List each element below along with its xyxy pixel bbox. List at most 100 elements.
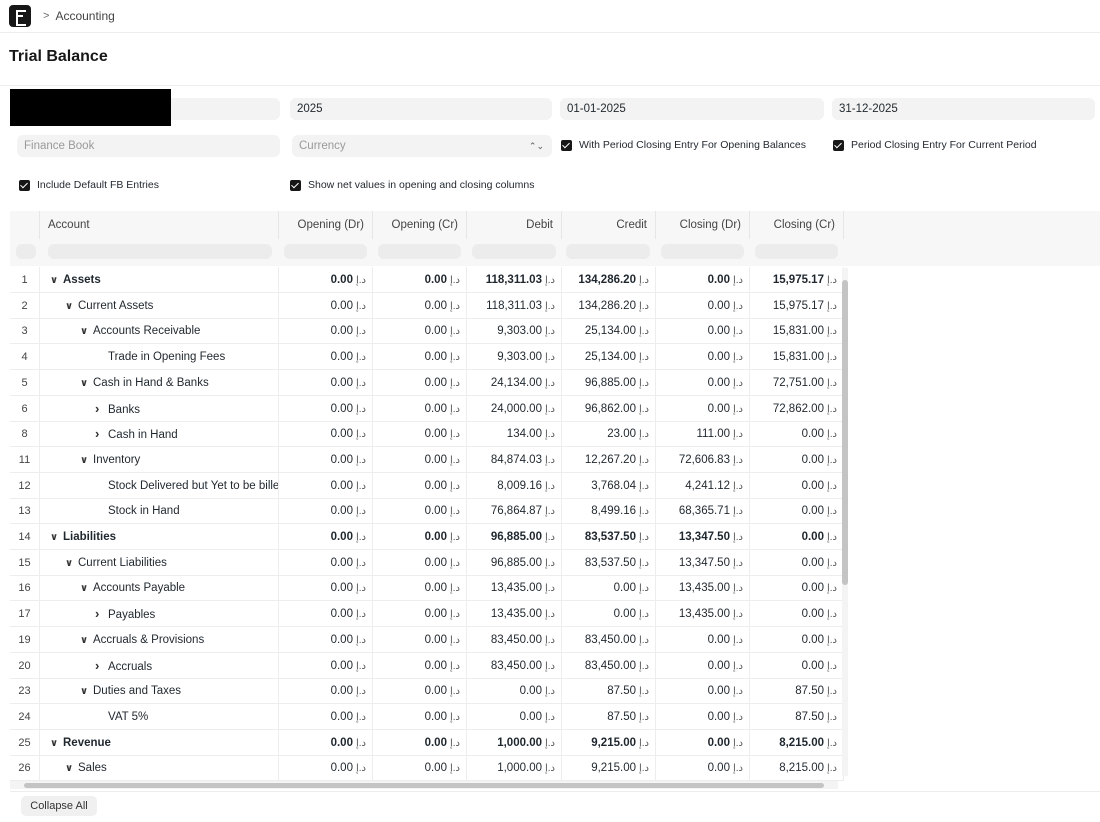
opening-dr-cell[interactable]: 0.00 د.إ <box>279 575 373 602</box>
credit-cell[interactable]: 12,267.20 د.إ <box>562 446 656 473</box>
closing-dr-cell[interactable]: 13,347.50 د.إ <box>656 524 750 550</box>
closing-dr-cell[interactable]: 0.00 د.إ <box>656 755 750 782</box>
account-cell[interactable]: ∨ Current Liabilities <box>40 549 279 576</box>
table-row[interactable]: 23 ∨ Duties and Taxes 0.00 د.إ 0.00 د.إ 0.00 د.إ… <box>10 678 844 705</box>
header-closing-dr[interactable]: Closing (Dr) <box>656 211 750 239</box>
credit-cell[interactable]: 87.50 د.إ <box>562 678 656 705</box>
table-row[interactable]: 2 ∨ Current Assets 0.00 د.إ 0.00 د.إ 118,311.03… <box>10 292 844 319</box>
header-debit[interactable]: Debit <box>467 211 562 239</box>
table-row[interactable]: 15 ∨ Current Liabilities 0.00 د.إ 0.00 د.إ 96,8… <box>10 549 844 576</box>
opening-cr-cell[interactable]: 0.00 د.إ <box>373 729 467 756</box>
opening-cr-cell[interactable]: 0.00 د.إ <box>373 524 467 550</box>
opening-cr-cell[interactable]: 0.00 د.إ <box>373 626 467 653</box>
closing-cr-cell[interactable]: 0.00 د.إ <box>750 626 844 653</box>
closing-cr-cell[interactable]: 15,975.17 د.إ <box>750 292 844 319</box>
closing-dr-cell[interactable]: 13,435.00 د.إ <box>656 575 750 602</box>
filter-opening-cr-input[interactable] <box>378 244 461 259</box>
credit-cell[interactable]: 25,134.00 د.إ <box>562 344 656 371</box>
header-account[interactable]: Account <box>40 211 279 239</box>
account-cell[interactable]: ∨ Inventory <box>40 446 279 473</box>
opening-cr-cell[interactable]: 0.00 د.إ <box>373 652 467 679</box>
debit-cell[interactable]: 76,864.87 د.إ <box>467 498 562 525</box>
vertical-scrollbar[interactable] <box>842 268 848 776</box>
finance-book-field[interactable]: Finance Book <box>17 135 280 157</box>
opening-cr-cell[interactable]: 0.00 د.إ <box>373 472 467 499</box>
table-row[interactable]: 12 Stock Delivered but Yet to be billed 0.… <box>10 472 844 499</box>
credit-cell[interactable]: 83,450.00 د.إ <box>562 626 656 653</box>
closing-dr-cell[interactable]: 0.00 د.إ <box>656 267 750 293</box>
opening-dr-cell[interactable]: 0.00 د.إ <box>279 703 373 730</box>
opening-dr-cell[interactable]: 0.00 د.إ <box>279 318 373 345</box>
chevron-down-icon[interactable]: ∨ <box>80 679 90 704</box>
filter-account-input[interactable] <box>48 244 272 259</box>
horizontal-scroll-thumb[interactable] <box>24 783 824 788</box>
to-date-field[interactable]: 31-12-2025 <box>832 98 1095 120</box>
table-row[interactable]: 13 Stock in Hand 0.00 د.إ 0.00 د.إ 76,864.87 د.… <box>10 498 844 525</box>
app-logo-icon[interactable] <box>9 5 31 27</box>
opening-dr-cell[interactable]: 0.00 د.إ <box>279 395 373 422</box>
opening-cr-cell[interactable]: 0.00 د.إ <box>373 267 467 293</box>
credit-cell[interactable]: 8,499.16 د.إ <box>562 498 656 525</box>
chevron-down-icon[interactable]: ∨ <box>80 319 90 344</box>
closing-dr-cell[interactable]: 13,435.00 د.إ <box>656 601 750 628</box>
chevron-down-icon[interactable]: ∨ <box>80 371 90 396</box>
opening-dr-cell[interactable]: 0.00 د.إ <box>279 549 373 576</box>
opening-dr-cell[interactable]: 0.00 د.إ <box>279 678 373 705</box>
table-row[interactable]: 16 ∨ Accounts Payable 0.00 د.إ 0.00 د.إ 13,435.… <box>10 575 844 602</box>
header-credit[interactable]: Credit <box>562 211 656 239</box>
table-row[interactable]: 3 ∨ Accounts Receivable 0.00 د.إ 0.00 د.إ 9,303… <box>10 318 844 345</box>
credit-cell[interactable]: 0.00 د.إ <box>562 575 656 602</box>
account-cell[interactable]: ∨ Revenue <box>40 729 279 756</box>
closing-dr-cell[interactable]: 0.00 د.إ <box>656 292 750 319</box>
credit-cell[interactable]: 134,286.20 د.إ <box>562 267 656 293</box>
table-row[interactable]: 6 › Banks 0.00 د.إ 0.00 د.إ 24,000.00 د.إ 96,862.… <box>10 395 844 422</box>
header-opening-dr[interactable]: Opening (Dr) <box>279 211 373 239</box>
debit-cell[interactable]: 134.00 د.إ <box>467 421 562 448</box>
table-row[interactable]: 4 Trade in Opening Fees 0.00 د.إ 0.00 د.إ 9,30… <box>10 344 844 371</box>
debit-cell[interactable]: 9,303.00 د.إ <box>467 318 562 345</box>
closing-dr-cell[interactable]: 13,347.50 د.إ <box>656 549 750 576</box>
opening-dr-cell[interactable]: 0.00 د.إ <box>279 755 373 782</box>
chevron-right-icon[interactable]: › <box>95 396 105 422</box>
filter-closing-cr-input[interactable] <box>755 244 838 259</box>
credit-cell[interactable]: 25,134.00 د.إ <box>562 318 656 345</box>
closing-cr-cell[interactable]: 0.00 د.إ <box>750 472 844 499</box>
debit-cell[interactable]: 13,435.00 د.إ <box>467 575 562 602</box>
debit-cell[interactable]: 96,885.00 د.إ <box>467 549 562 576</box>
table-row[interactable]: 26 ∨ Sales 0.00 د.إ 0.00 د.إ 1,000.00 د.إ 9,215.0… <box>10 755 844 782</box>
closing-dr-cell[interactable]: 0.00 د.إ <box>656 395 750 422</box>
table-row[interactable]: 1 ∨ Assets 0.00 د.إ 0.00 د.إ 118,311.03 د.إ 134,2… <box>10 267 844 293</box>
table-row[interactable]: 17 › Payables 0.00 د.إ 0.00 د.إ 13,435.00 د.إ 0.0… <box>10 601 844 628</box>
closing-cr-cell[interactable]: 72,862.00 د.إ <box>750 395 844 422</box>
closing-cr-cell[interactable]: 0.00 د.إ <box>750 524 844 550</box>
credit-cell[interactable]: 134,286.20 د.إ <box>562 292 656 319</box>
header-opening-cr[interactable]: Opening (Cr) <box>373 211 467 239</box>
table-row[interactable]: 11 ∨ Inventory 0.00 د.إ 0.00 د.إ 84,874.03 د.إ 12… <box>10 446 844 473</box>
opening-cr-cell[interactable]: 0.00 د.إ <box>373 344 467 371</box>
account-cell[interactable]: › Accruals <box>40 652 279 679</box>
closing-cr-cell[interactable]: 8,215.00 د.إ <box>750 755 844 782</box>
chevron-down-icon[interactable]: ∨ <box>80 628 90 653</box>
debit-cell[interactable]: 1,000.00 د.إ <box>467 755 562 782</box>
from-date-field[interactable]: 01-01-2025 <box>560 98 824 120</box>
opening-dr-cell[interactable]: 0.00 د.إ <box>279 421 373 448</box>
debit-cell[interactable]: 0.00 د.إ <box>467 703 562 730</box>
table-row[interactable]: 19 ∨ Accruals & Provisions 0.00 د.إ 0.00 د.إ 83… <box>10 626 844 653</box>
debit-cell[interactable]: 24,000.00 د.إ <box>467 395 562 422</box>
closing-dr-cell[interactable]: 0.00 د.إ <box>656 344 750 371</box>
debit-cell[interactable]: 84,874.03 د.إ <box>467 446 562 473</box>
opening-dr-cell[interactable]: 0.00 د.إ <box>279 652 373 679</box>
closing-cr-cell[interactable]: 0.00 د.إ <box>750 498 844 525</box>
opening-cr-cell[interactable]: 0.00 د.إ <box>373 318 467 345</box>
account-cell[interactable]: › Cash in Hand <box>40 421 279 448</box>
table-row[interactable]: 20 › Accruals 0.00 د.إ 0.00 د.إ 83,450.00 د.إ 83,… <box>10 652 844 679</box>
table-row[interactable]: 24 VAT 5% 0.00 د.إ 0.00 د.إ 0.00 د.إ 87.50 د.إ 0.0… <box>10 703 844 730</box>
debit-cell[interactable]: 83,450.00 د.إ <box>467 626 562 653</box>
table-row[interactable]: 25 ∨ Revenue 0.00 د.إ 0.00 د.إ 1,000.00 د.إ 9,215… <box>10 729 844 756</box>
opening-dr-cell[interactable]: 0.00 د.إ <box>279 292 373 319</box>
opening-cr-cell[interactable]: 0.00 د.إ <box>373 369 467 396</box>
chevron-down-icon[interactable]: ∨ <box>50 525 60 550</box>
filter-index-input[interactable] <box>16 244 36 259</box>
debit-cell[interactable]: 13,435.00 د.إ <box>467 601 562 628</box>
account-cell[interactable]: ∨ Liabilities <box>40 524 279 550</box>
